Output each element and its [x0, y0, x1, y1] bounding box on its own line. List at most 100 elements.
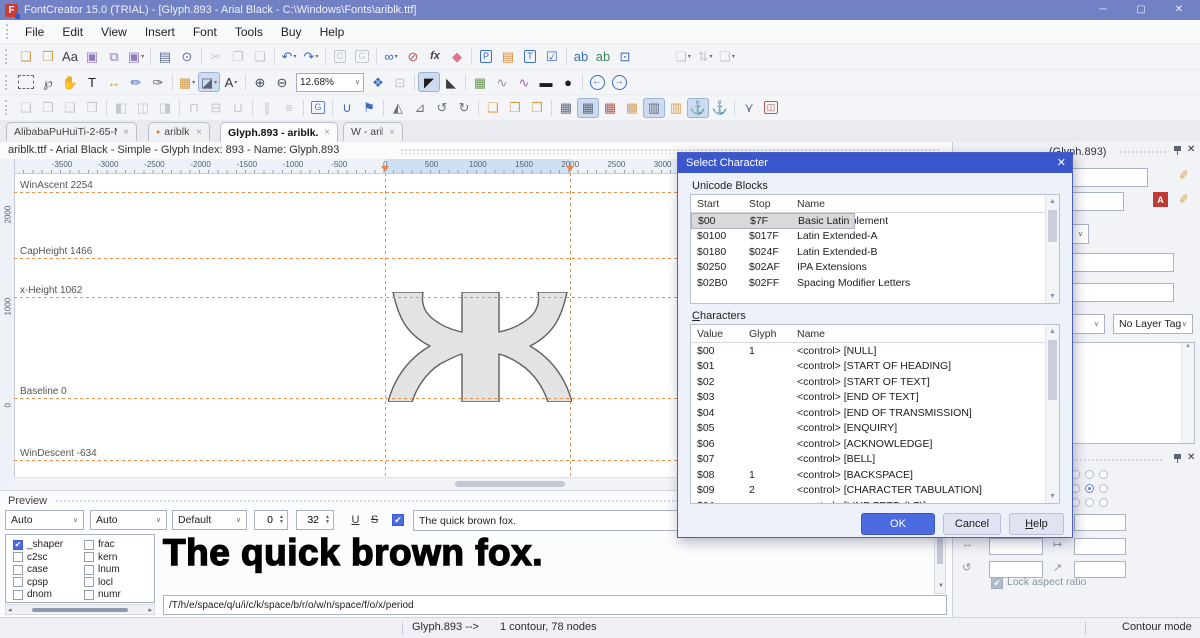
anchor-radio[interactable] — [1099, 498, 1108, 507]
lock-metrics-icon[interactable]: ▥ — [665, 98, 687, 118]
ok-button[interactable]: OK — [861, 513, 935, 535]
feature-checkbox[interactable] — [13, 590, 23, 600]
scroll-down-icon[interactable]: ▼ — [1046, 290, 1059, 303]
tab-close-icon[interactable]: × — [196, 127, 202, 138]
find-icon[interactable]: ⊙ — [176, 47, 198, 67]
background-image-icon[interactable]: ▦▾ — [176, 72, 198, 92]
close-button[interactable]: ✕ — [1162, 0, 1196, 20]
panel-close-icon[interactable]: ✕ — [1187, 452, 1195, 463]
menu-view[interactable]: View — [92, 20, 136, 44]
tab-w-ariblk-ttf[interactable]: W - ariblk.ttf× — [343, 122, 403, 141]
character-row[interactable]: $03<control> [END OF TEXT] — [691, 390, 1059, 406]
menu-file[interactable]: File — [16, 20, 53, 44]
pin-icon[interactable] — [1173, 145, 1183, 156]
menu-insert[interactable]: Insert — [136, 20, 184, 44]
feature-shaper[interactable]: ✔_shaper — [13, 539, 63, 550]
update-composites-icon[interactable]: G — [307, 98, 329, 118]
table-scrollbar[interactable]: ▲▼ — [1045, 325, 1059, 503]
zoom-out-icon[interactable]: ⊖ — [271, 72, 293, 92]
rotate-icon[interactable]: ↺ — [962, 561, 971, 574]
preview-vscrollbar[interactable]: ▼ — [934, 534, 946, 594]
anchor-point-grid[interactable] — [1071, 470, 1113, 512]
scroll-up-icon[interactable]: ▲ — [1046, 195, 1059, 208]
sketch-tool-icon[interactable]: ∿ — [491, 72, 513, 92]
feature-checkbox[interactable] — [84, 552, 94, 562]
tab-glyph-893-ariblk-ttf[interactable]: Glyph.893 - ariblk.ttf× — [220, 122, 338, 142]
help-button[interactable]: Help — [1009, 513, 1064, 535]
tab-close-icon[interactable]: × — [123, 127, 129, 138]
scroll-down-icon[interactable]: ▼ — [938, 583, 944, 589]
contour-select-icon[interactable]: ◣ — [440, 72, 462, 92]
listbox-scrollbar[interactable]: ▲ — [1181, 343, 1194, 443]
show-grid-icon[interactable]: ▦ — [555, 98, 577, 118]
lock-guidelines-icon[interactable]: ▦ — [621, 98, 643, 118]
feature-case[interactable]: case — [13, 564, 48, 575]
browser-preview-icon[interactable]: ab — [592, 47, 614, 67]
feature-checkbox[interactable] — [84, 577, 94, 587]
character-row[interactable]: $092<control> [CHARACTER TABULATION] — [691, 483, 1059, 499]
character-row[interactable]: $081<control> [BACKSPACE] — [691, 467, 1059, 483]
left-bearing-guide[interactable] — [385, 173, 386, 477]
flip-horizontal-icon[interactable]: ◭ — [387, 98, 409, 118]
left-bearing-marker[interactable] — [381, 166, 389, 172]
pin-icon[interactable] — [1173, 453, 1183, 464]
intersect-contours-icon[interactable]: ❒ — [526, 98, 548, 118]
height-input[interactable] — [989, 561, 1043, 578]
union-contours-icon[interactable]: ❑ — [482, 98, 504, 118]
autonaming-icon[interactable]: T — [519, 47, 541, 67]
pan-tool-icon[interactable]: ✋ — [59, 72, 81, 92]
draw-tool-icon[interactable]: ✏ — [125, 72, 147, 92]
composite-data-icon[interactable]: ◫ — [760, 98, 782, 118]
magic-wand-icon[interactable]: ✐ — [1178, 191, 1190, 207]
vertical-ruler[interactable]: 200010000 — [0, 159, 15, 490]
feature-checkbox[interactable]: ✔ — [13, 540, 23, 550]
cancel-button[interactable]: Cancel — [943, 513, 1001, 535]
zoom-level-combo[interactable]: 12.68%∨ — [296, 73, 364, 92]
anchor-radio[interactable] — [1085, 498, 1094, 507]
scrollbar-thumb[interactable] — [32, 608, 128, 612]
anchor-radio[interactable] — [1085, 484, 1094, 493]
scroll-left-icon[interactable]: ◂ — [8, 606, 12, 614]
feature-frac[interactable]: frac — [84, 539, 115, 550]
magic-wand-icon[interactable]: ✐ — [1178, 167, 1190, 183]
glyph-zhe-outline[interactable] — [388, 292, 572, 402]
redo-icon[interactable]: ↷▾ — [300, 47, 322, 67]
compare-fonts-icon[interactable]: ab — [570, 47, 592, 67]
scroll-right-icon[interactable]: ▸ — [148, 606, 152, 614]
next-glyph-icon[interactable]: → — [608, 72, 630, 92]
unicode-block-row[interactable]: $02B0$02FFSpacing Modifier Letters — [691, 275, 1059, 291]
feature-checkbox[interactable] — [84, 540, 94, 550]
pointer-tool-icon[interactable]: ◤ — [418, 72, 440, 92]
ellipse-tool-icon[interactable]: ● — [557, 72, 579, 92]
lock-aspect-checkbox[interactable]: ✔ — [991, 577, 1003, 589]
skew-icon[interactable]: ↗ — [1053, 561, 1062, 574]
feature-checkbox[interactable] — [84, 590, 94, 600]
character-row[interactable]: $04<control> [END OF TRANSMISSION] — [691, 405, 1059, 421]
preview-font-select[interactable]: Auto∨ — [5, 510, 84, 530]
unicode-block-row[interactable]: $0250$02AFIPA Extensions — [691, 260, 1059, 276]
feature-checkbox[interactable] — [13, 565, 23, 575]
feature-numr[interactable]: numr — [84, 589, 121, 600]
character-row[interactable]: $01<control> [START OF HEADING] — [691, 359, 1059, 375]
dialog-titlebar[interactable]: Select Character — [678, 153, 1072, 173]
scale-input[interactable] — [1074, 561, 1126, 578]
table-scrollbar[interactable]: ▲▼ — [1045, 195, 1059, 303]
feature-cpsp[interactable]: cpsp — [13, 577, 48, 588]
feature-checkbox[interactable] — [13, 552, 23, 562]
panel-close-icon[interactable]: ✕ — [1187, 144, 1195, 155]
character-row[interactable]: $05<control> [ENQUIRY] — [691, 421, 1059, 437]
knife-tool-icon[interactable]: ✑ — [147, 72, 169, 92]
formula-icon[interactable]: fx — [424, 47, 446, 67]
feature-kern[interactable]: kern — [84, 552, 117, 563]
unicode-block-row[interactable]: $0100$017FLatin Extended-A — [691, 229, 1059, 245]
menu-buy[interactable]: Buy — [272, 20, 311, 44]
unicode-block-row[interactable]: $0180$024FLatin Extended-B — [691, 244, 1059, 260]
character-row[interactable]: $02<control> [START OF TEXT] — [691, 374, 1059, 390]
snap-magnet-icon[interactable]: ∪ — [336, 98, 358, 118]
characters-table[interactable]: ValueGlyphName$001<control> [NULL]$01<co… — [690, 324, 1060, 504]
save-icon[interactable]: ▣ — [81, 47, 103, 67]
snap-to-grid-icon[interactable]: ▦ — [577, 98, 599, 118]
text-tool-icon[interactable]: T — [81, 72, 103, 92]
measure-tool-icon[interactable]: ↔ — [103, 72, 125, 92]
dialog-close-icon[interactable]: ✕ — [1057, 156, 1066, 169]
